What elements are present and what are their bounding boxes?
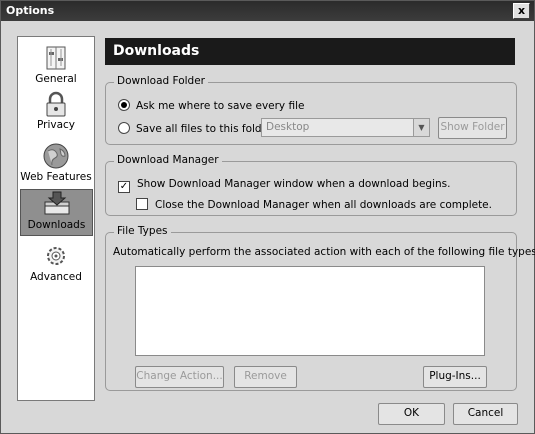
close-manager-label: Close the Download Manager when all down…: [155, 199, 492, 211]
close-button[interactable]: x: [513, 3, 530, 19]
remove-button[interactable]: Remove: [234, 366, 297, 388]
folder-select[interactable]: Desktop ▼: [261, 118, 430, 137]
category-sidebar: General Privacy Web Features Downloads A…: [17, 36, 95, 401]
window-title: Options: [6, 4, 55, 17]
ask-radio[interactable]: [118, 99, 130, 111]
sidebar-item-label: Privacy: [36, 119, 76, 131]
show-manager-option[interactable]: ✓ Show Download Manager window when a dow…: [118, 178, 450, 193]
ask-radio-option[interactable]: Ask me where to save every file: [118, 99, 304, 112]
sidebar-item-general[interactable]: General: [19, 44, 93, 85]
sidebar-item-privacy[interactable]: Privacy: [19, 90, 93, 131]
sidebar-item-downloads[interactable]: Downloads: [20, 189, 93, 236]
change-action-button[interactable]: Change Action...: [135, 366, 224, 388]
page-title: Downloads: [113, 43, 200, 59]
file-types-list[interactable]: [135, 266, 485, 356]
title-bar[interactable]: Options x: [1, 1, 534, 21]
options-window: Options x General Privacy Web Features D…: [0, 0, 535, 434]
file-types-description: Automatically perform the associated act…: [113, 246, 535, 258]
cancel-button[interactable]: Cancel: [453, 403, 518, 425]
save-folder-radio-label: Save all files to this folder:: [136, 123, 276, 135]
close-manager-checkbox[interactable]: [136, 198, 148, 210]
gear-icon: [47, 247, 65, 265]
sidebar-item-label: Advanced: [30, 271, 82, 283]
sidebar-item-web-features[interactable]: Web Features: [19, 142, 93, 183]
page-header: Downloads: [105, 38, 515, 65]
folder-select-value: Desktop: [266, 121, 310, 133]
save-folder-radio-option[interactable]: Save all files to this folder:: [118, 122, 276, 135]
lock-icon: [46, 91, 66, 117]
globe-icon: [43, 143, 69, 169]
sidebar-item-advanced[interactable]: Advanced: [19, 242, 93, 283]
group-title: File Types: [114, 225, 171, 237]
downloads-icon: [44, 191, 69, 215]
chevron-down-icon[interactable]: ▼: [413, 119, 429, 136]
group-title: Download Manager: [114, 154, 222, 166]
show-folder-button[interactable]: Show Folder: [438, 117, 507, 139]
show-manager-checkbox[interactable]: ✓: [118, 181, 130, 193]
close-manager-option[interactable]: Close the Download Manager when all down…: [136, 198, 492, 211]
general-icon: [46, 46, 66, 70]
save-folder-radio[interactable]: [118, 122, 130, 134]
sidebar-item-label: Downloads: [27, 219, 86, 231]
sidebar-item-label: General: [35, 73, 77, 85]
ask-radio-label: Ask me where to save every file: [136, 100, 305, 112]
show-manager-label: Show Download Manager window when a down…: [137, 178, 451, 190]
group-title: Download Folder: [114, 75, 208, 87]
ok-button[interactable]: OK: [378, 403, 445, 425]
sidebar-item-label: Web Features: [20, 171, 92, 183]
plugins-button[interactable]: Plug-Ins...: [423, 366, 487, 388]
